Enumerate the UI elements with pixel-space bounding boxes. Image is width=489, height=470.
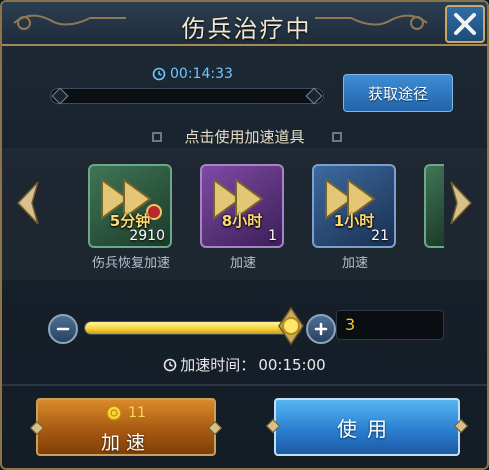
speedup-item-5min[interactable]: 5分钟 2910 伤兵恢复加速 xyxy=(88,164,174,271)
healing-progress-bar xyxy=(50,88,324,104)
item-tile: 5分钟 2910 xyxy=(88,164,172,248)
arrow-left-icon[interactable] xyxy=(14,180,42,226)
clock-icon xyxy=(152,67,166,81)
item-tile: 1小时 21 xyxy=(312,164,396,248)
acquire-method-button[interactable]: 获取途径 xyxy=(343,74,453,112)
close-icon xyxy=(454,13,476,35)
item-count: 1 xyxy=(268,228,277,244)
clock-icon xyxy=(163,358,177,371)
speedup-time: 加速时间： 00:15:00 xyxy=(2,354,487,375)
healing-dialog: 伤兵治疗中 00:14:33 获取途径 点击使用加速道具 5分钟 2910 伤兵… xyxy=(0,0,489,470)
quantity-input[interactable]: 3 xyxy=(336,310,444,340)
item-label: 伤兵恢复加速 xyxy=(91,256,170,271)
item-count: 2910 xyxy=(129,228,165,244)
minus-icon xyxy=(56,327,70,331)
speedup-time-value: 00:15:00 xyxy=(258,355,326,374)
plus-icon xyxy=(314,322,328,336)
close-button[interactable] xyxy=(445,5,485,43)
slider-plus-button[interactable] xyxy=(306,314,336,344)
speed-up-cost: 11 xyxy=(38,405,214,421)
dialog-header: 伤兵治疗中 xyxy=(2,2,487,46)
slider-minus-button[interactable] xyxy=(48,314,78,344)
speedup-item-1h[interactable]: 1小时 21 加速 xyxy=(312,164,398,271)
header-ornament-right xyxy=(315,14,428,30)
item-label: 加速 xyxy=(229,256,256,271)
heading-deco-right xyxy=(332,132,342,142)
timer-display: 00:14:33 xyxy=(152,66,233,82)
item-label: 加速 xyxy=(341,256,368,271)
section-heading: 点击使用加速道具 xyxy=(184,128,305,146)
speed-up-button[interactable]: 11 加速 xyxy=(29,398,223,456)
bottom-separator xyxy=(2,384,487,386)
quantity-slider[interactable] xyxy=(84,321,302,335)
speedup-time-prefix: 加速时间： xyxy=(180,356,256,374)
timer-value: 00:14:33 xyxy=(170,66,233,82)
gold-coin-icon xyxy=(106,405,122,421)
speedup-item-partial[interactable] xyxy=(424,164,444,248)
slider-fill xyxy=(85,322,291,334)
speed-up-label: 加速 xyxy=(100,432,151,454)
item-count: 21 xyxy=(371,228,389,244)
arrow-right-icon[interactable] xyxy=(447,180,475,226)
speedup-item-8h[interactable]: 8小时 1 加速 xyxy=(200,164,286,271)
use-button[interactable]: 使用 xyxy=(274,398,460,456)
item-tile: 8小时 1 xyxy=(200,164,284,248)
cost-value: 11 xyxy=(128,405,146,421)
slider-knob[interactable] xyxy=(275,306,307,346)
